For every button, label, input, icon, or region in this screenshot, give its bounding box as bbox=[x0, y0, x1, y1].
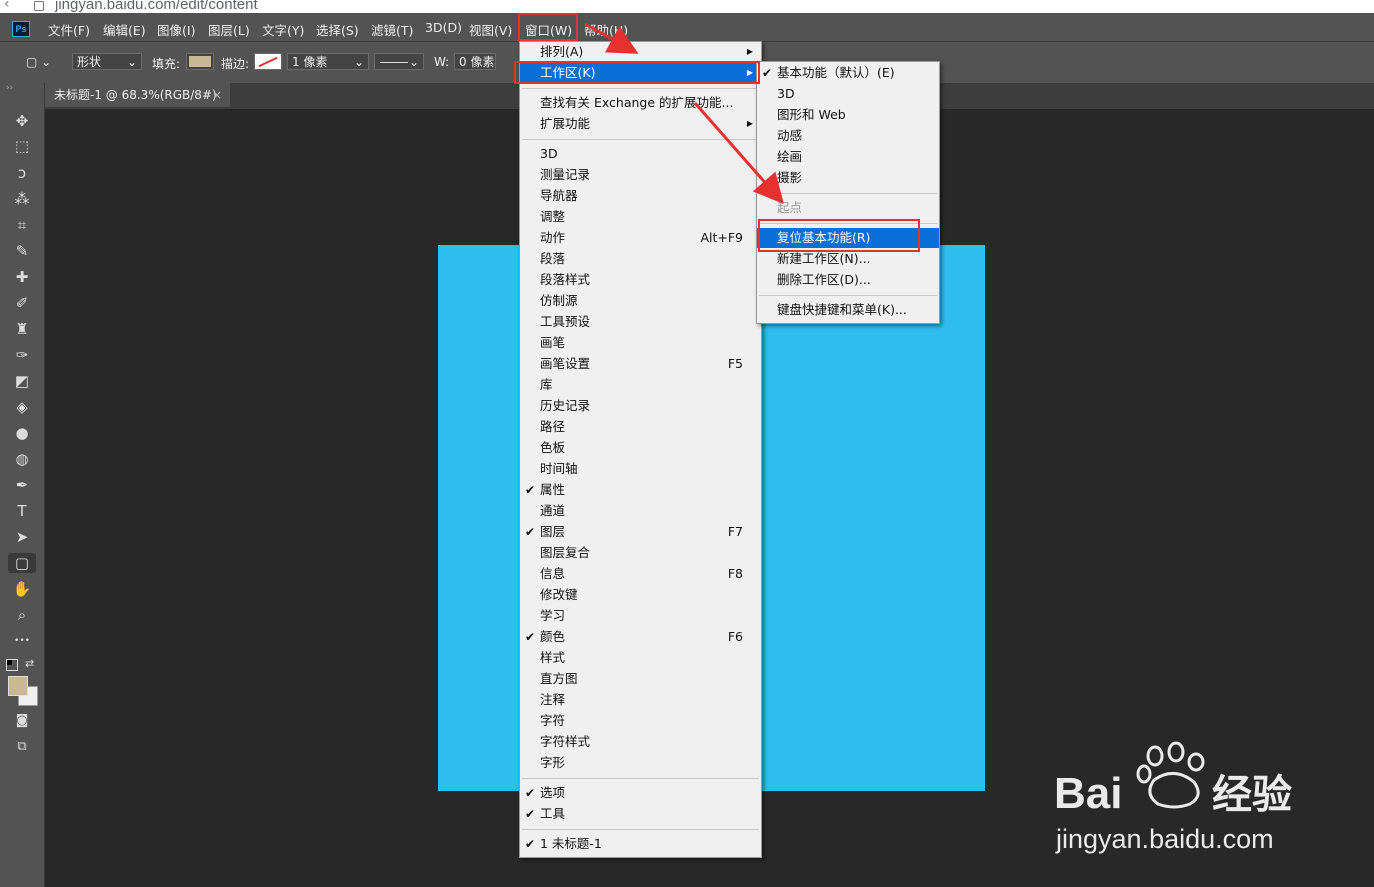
baidu-jingyan-watermark: Bai 经验 jingyan.baidu.com bbox=[1054, 741, 1292, 854]
watermark-brand-right: 经验 bbox=[1212, 772, 1292, 818]
watermark-domain: jingyan.baidu.com bbox=[1055, 824, 1274, 854]
watermark-brand-left: Bai bbox=[1054, 769, 1122, 818]
arrow-to-reset bbox=[693, 102, 784, 205]
arrow-to-workspace bbox=[584, 22, 639, 54]
